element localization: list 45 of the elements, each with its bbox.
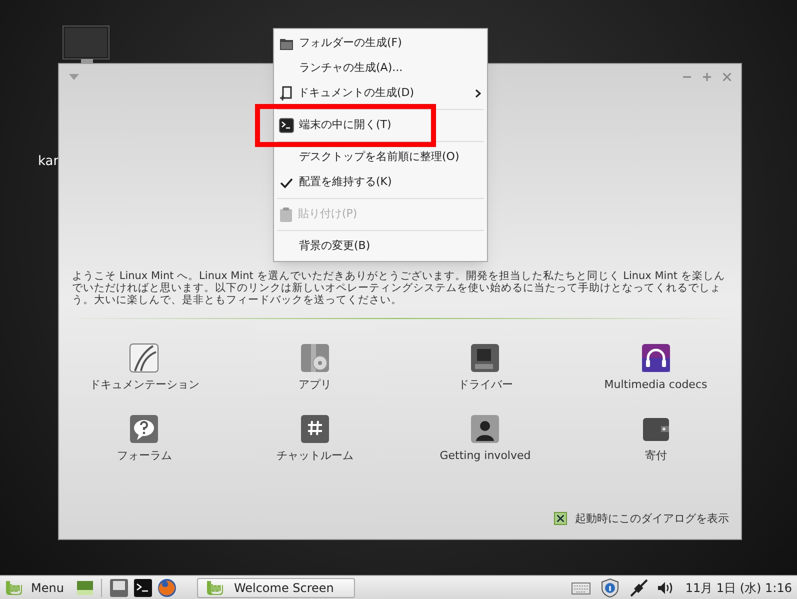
checkbox-label: 起動時にこのダイアログを表示	[575, 510, 729, 526]
checkmark-icon	[279, 176, 294, 188]
menu-item[interactable]: 背景の変更(B)	[274, 234, 487, 259]
browser-icon[interactable]	[156, 578, 177, 598]
hash-bubble-icon	[300, 414, 330, 444]
monitor-icon[interactable]	[62, 25, 110, 65]
document-icon	[129, 343, 160, 373]
question-bubble-icon	[129, 414, 160, 444]
show-desktop-icon[interactable]	[76, 580, 94, 596]
clock[interactable]: 11月 1日 (水) 1:16	[685, 578, 792, 596]
desktop-icon-label[interactable]: kar	[38, 152, 59, 172]
welcome-link[interactable]: ドライバー	[400, 343, 570, 394]
headphones-icon	[640, 343, 671, 373]
welcome-link[interactable]: チャットルーム	[230, 414, 400, 464]
chevron-right-icon	[475, 89, 481, 98]
welcome-link[interactable]: アプリ	[230, 343, 400, 394]
menu-item[interactable]: ドキュメントの生成(D)	[274, 81, 487, 106]
file-manager-icon[interactable]	[108, 578, 129, 598]
menu-item[interactable]: ランチャの生成(A)...	[274, 56, 487, 81]
menu-item[interactable]: デスクトップを名前順に整理(O)	[274, 145, 487, 170]
shield-icon[interactable]	[601, 578, 620, 598]
folder-icon	[279, 36, 294, 50]
keyboard-icon[interactable]	[571, 580, 592, 594]
terminal-icon	[279, 118, 294, 133]
mint-logo-icon	[206, 580, 224, 596]
menu-item[interactable]: 端末の中に開く(T)	[264, 113, 427, 138]
window-button[interactable]: Welcome Screen	[196, 578, 355, 598]
welcome-text: ようこそ Linux Mint へ。Linux Mint を選んでいただきありがとうございます。開発を担当した私たちと同じく Linux Mint を楽しんでいただければと思います。以下のリンクは新しいオペレーティングシステムを使い始めるに当たって手助けとなってくれるでしょう。大いに楽しんで、是非ともフィードバックを送ってください。	[71, 270, 726, 306]
person-icon	[470, 414, 500, 444]
clipboard-icon	[279, 206, 293, 222]
welcome-link[interactable]: Multimedia codecs	[570, 343, 741, 394]
welcome-link[interactable]: フォーラム	[59, 414, 230, 464]
welcome-link[interactable]: 寄付	[570, 414, 741, 464]
welcome-link[interactable]: ドキュメンテーション	[59, 343, 230, 394]
mint-logo-icon	[5, 580, 23, 596]
package-icon	[300, 343, 330, 373]
menu-button[interactable]: Menu	[3, 576, 66, 598]
startup-checkbox[interactable]	[554, 512, 567, 526]
welcome-link[interactable]: Getting involved	[400, 414, 570, 464]
terminal-icon[interactable]	[132, 578, 153, 598]
menu-item[interactable]: フォルダーの生成(F)	[274, 31, 487, 56]
menu-item[interactable]: 配置を維持する(K)	[274, 170, 487, 195]
document-icon	[279, 86, 293, 101]
cross-icon	[557, 515, 564, 522]
network-plug-icon[interactable]	[629, 578, 650, 598]
